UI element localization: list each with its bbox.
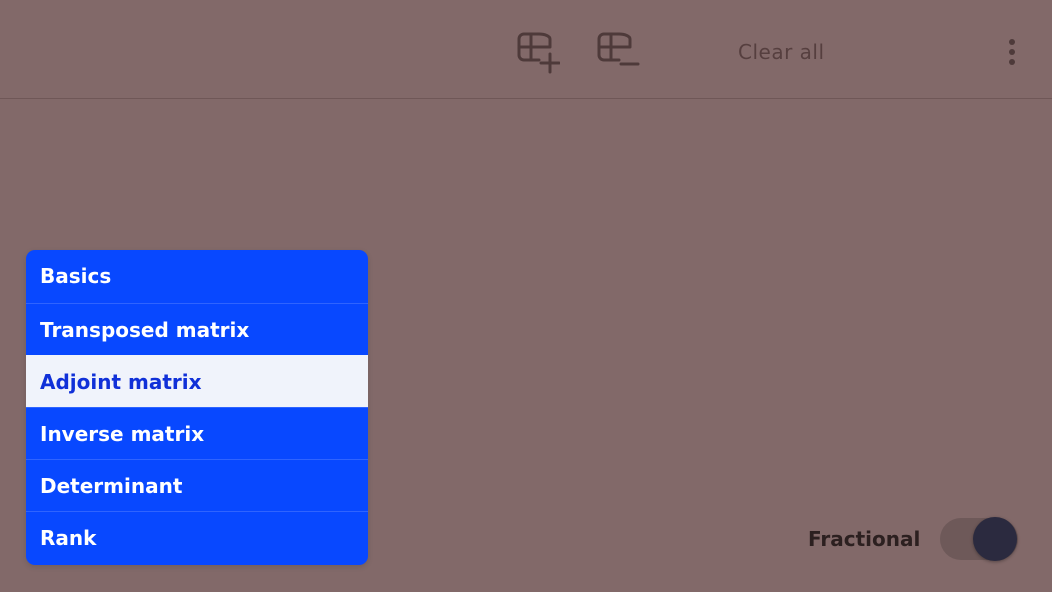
menu-item-transposed-matrix[interactable]: Transposed matrix bbox=[26, 303, 368, 355]
more-options-button[interactable] bbox=[996, 34, 1028, 70]
operation-menu: Basics Transposed matrix Adjoint matrix … bbox=[26, 250, 368, 565]
matrix-add-icon bbox=[517, 32, 560, 74]
top-toolbar: Clear all bbox=[0, 0, 1052, 99]
menu-item-basics[interactable]: Basics bbox=[26, 250, 368, 303]
menu-item-determinant[interactable]: Determinant bbox=[26, 459, 368, 511]
menu-item-rank[interactable]: Rank bbox=[26, 511, 368, 563]
more-vertical-icon bbox=[1009, 39, 1015, 45]
more-vertical-icon bbox=[1009, 59, 1015, 65]
remove-matrix-button[interactable] bbox=[592, 28, 640, 76]
clear-all-button[interactable]: Clear all bbox=[738, 38, 825, 66]
fractional-toggle[interactable] bbox=[940, 516, 1018, 562]
more-vertical-icon bbox=[1009, 49, 1015, 55]
add-matrix-button[interactable] bbox=[512, 28, 560, 76]
menu-item-inverse-matrix[interactable]: Inverse matrix bbox=[26, 407, 368, 459]
fractional-label: Fractional bbox=[808, 527, 921, 551]
matrix-calculator-screen: Clear all Basics Transposed matrix Adjoi… bbox=[0, 0, 1052, 592]
matrix-remove-icon bbox=[597, 32, 640, 66]
toggle-knob bbox=[973, 517, 1017, 561]
menu-item-adjoint-matrix[interactable]: Adjoint matrix bbox=[26, 355, 368, 407]
